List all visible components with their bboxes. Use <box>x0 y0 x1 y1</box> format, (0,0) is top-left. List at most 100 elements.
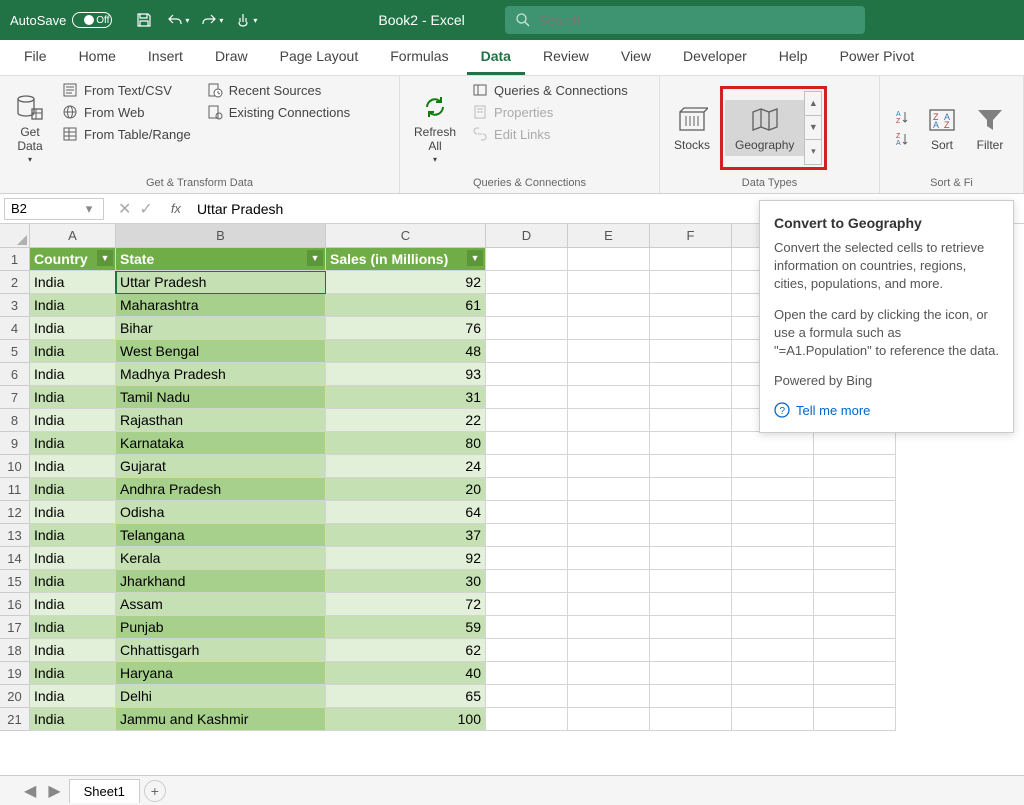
from-text-csv-button[interactable]: From Text/CSV <box>56 80 197 100</box>
cell[interactable] <box>568 409 650 432</box>
cell[interactable] <box>650 386 732 409</box>
column-header-A[interactable]: A <box>30 224 116 248</box>
cell[interactable]: India <box>30 708 116 731</box>
cell[interactable] <box>568 294 650 317</box>
row-header[interactable]: 13 <box>0 524 30 547</box>
cell[interactable] <box>650 524 732 547</box>
cell[interactable] <box>486 317 568 340</box>
row-header[interactable]: 14 <box>0 547 30 570</box>
cell[interactable] <box>650 271 732 294</box>
tab-file[interactable]: File <box>10 40 61 75</box>
filter-dropdown[interactable]: ▼ <box>97 250 113 266</box>
touch-mode-icon[interactable]: ▾ <box>232 6 260 34</box>
cell[interactable] <box>486 616 568 639</box>
row-header[interactable]: 15 <box>0 570 30 593</box>
cell[interactable] <box>568 317 650 340</box>
cell[interactable] <box>650 570 732 593</box>
cell[interactable] <box>732 432 814 455</box>
tab-help[interactable]: Help <box>765 40 822 75</box>
cell[interactable]: Chhattisgarh <box>116 639 326 662</box>
cell[interactable] <box>568 386 650 409</box>
cell[interactable]: 40 <box>326 662 486 685</box>
cell[interactable] <box>568 616 650 639</box>
row-header[interactable]: 7 <box>0 386 30 409</box>
cell[interactable] <box>650 662 732 685</box>
cell[interactable]: Bihar <box>116 317 326 340</box>
cell[interactable]: 59 <box>326 616 486 639</box>
cell[interactable] <box>486 294 568 317</box>
enter-icon[interactable]: ✓ <box>139 199 152 219</box>
row-header[interactable]: 11 <box>0 478 30 501</box>
column-header-E[interactable]: E <box>568 224 650 248</box>
cell[interactable] <box>568 662 650 685</box>
cell[interactable] <box>814 639 896 662</box>
sheet-nav-next[interactable]: ▶ <box>44 781 64 801</box>
filter-dropdown[interactable]: ▼ <box>467 250 483 266</box>
cell[interactable] <box>814 662 896 685</box>
cell[interactable] <box>568 639 650 662</box>
cell[interactable]: India <box>30 455 116 478</box>
name-box[interactable]: B2 ▾ <box>4 198 104 220</box>
toggle-switch[interactable]: Off <box>72 12 112 28</box>
cell[interactable]: 76 <box>326 317 486 340</box>
cell[interactable] <box>486 363 568 386</box>
cell[interactable] <box>732 708 814 731</box>
cell[interactable] <box>650 501 732 524</box>
cell[interactable] <box>732 639 814 662</box>
cell[interactable] <box>732 547 814 570</box>
namebox-dropdown[interactable]: ▾ <box>81 201 97 217</box>
cell[interactable] <box>568 363 650 386</box>
cell[interactable]: 31 <box>326 386 486 409</box>
cell[interactable]: 37 <box>326 524 486 547</box>
autosave-toggle[interactable]: AutoSave Off <box>0 12 122 28</box>
cell[interactable]: India <box>30 340 116 363</box>
cell[interactable]: India <box>30 639 116 662</box>
cell[interactable]: West Bengal <box>116 340 326 363</box>
cell[interactable]: Odisha <box>116 501 326 524</box>
cell[interactable] <box>650 294 732 317</box>
sort-asc-button[interactable]: AZ <box>888 107 916 127</box>
cell[interactable]: Jammu and Kashmir <box>116 708 326 731</box>
cell[interactable] <box>650 317 732 340</box>
cell[interactable] <box>486 501 568 524</box>
cell[interactable]: 72 <box>326 593 486 616</box>
cell[interactable] <box>814 478 896 501</box>
cell[interactable]: 100 <box>326 708 486 731</box>
cell[interactable] <box>568 432 650 455</box>
cell[interactable]: Tamil Nadu <box>116 386 326 409</box>
refresh-all-button[interactable]: Refresh All ▾ <box>408 80 462 175</box>
cell[interactable] <box>568 547 650 570</box>
cell[interactable]: India <box>30 662 116 685</box>
row-header[interactable]: 6 <box>0 363 30 386</box>
filter-button[interactable]: Filter <box>968 80 1012 175</box>
cell[interactable]: Rajasthan <box>116 409 326 432</box>
tab-insert[interactable]: Insert <box>134 40 197 75</box>
cell[interactable]: Uttar Pradesh <box>116 271 326 294</box>
cell[interactable] <box>568 271 650 294</box>
cell[interactable] <box>814 708 896 731</box>
cell[interactable] <box>568 708 650 731</box>
filter-dropdown[interactable]: ▼ <box>307 250 323 266</box>
redo-icon[interactable]: ▾ <box>198 6 226 34</box>
cell[interactable] <box>814 616 896 639</box>
table-header-cell[interactable]: Country▼ <box>30 248 116 271</box>
tab-data[interactable]: Data <box>467 40 525 75</box>
datatype-more-button[interactable]: ▾ <box>805 140 821 164</box>
table-header-cell[interactable]: Sales (in Millions)▼ <box>326 248 486 271</box>
add-sheet-button[interactable]: + <box>144 780 166 802</box>
cell[interactable] <box>486 547 568 570</box>
cell[interactable] <box>568 478 650 501</box>
cell[interactable]: 62 <box>326 639 486 662</box>
cell[interactable] <box>568 685 650 708</box>
cell[interactable]: Assam <box>116 593 326 616</box>
search-input[interactable] <box>539 13 855 28</box>
cell[interactable]: India <box>30 432 116 455</box>
cell[interactable]: 92 <box>326 547 486 570</box>
tab-review[interactable]: Review <box>529 40 603 75</box>
cell[interactable]: 61 <box>326 294 486 317</box>
cell[interactable] <box>486 478 568 501</box>
row-header[interactable]: 12 <box>0 501 30 524</box>
cell[interactable] <box>568 501 650 524</box>
cell[interactable]: Haryana <box>116 662 326 685</box>
cell[interactable]: Kerala <box>116 547 326 570</box>
